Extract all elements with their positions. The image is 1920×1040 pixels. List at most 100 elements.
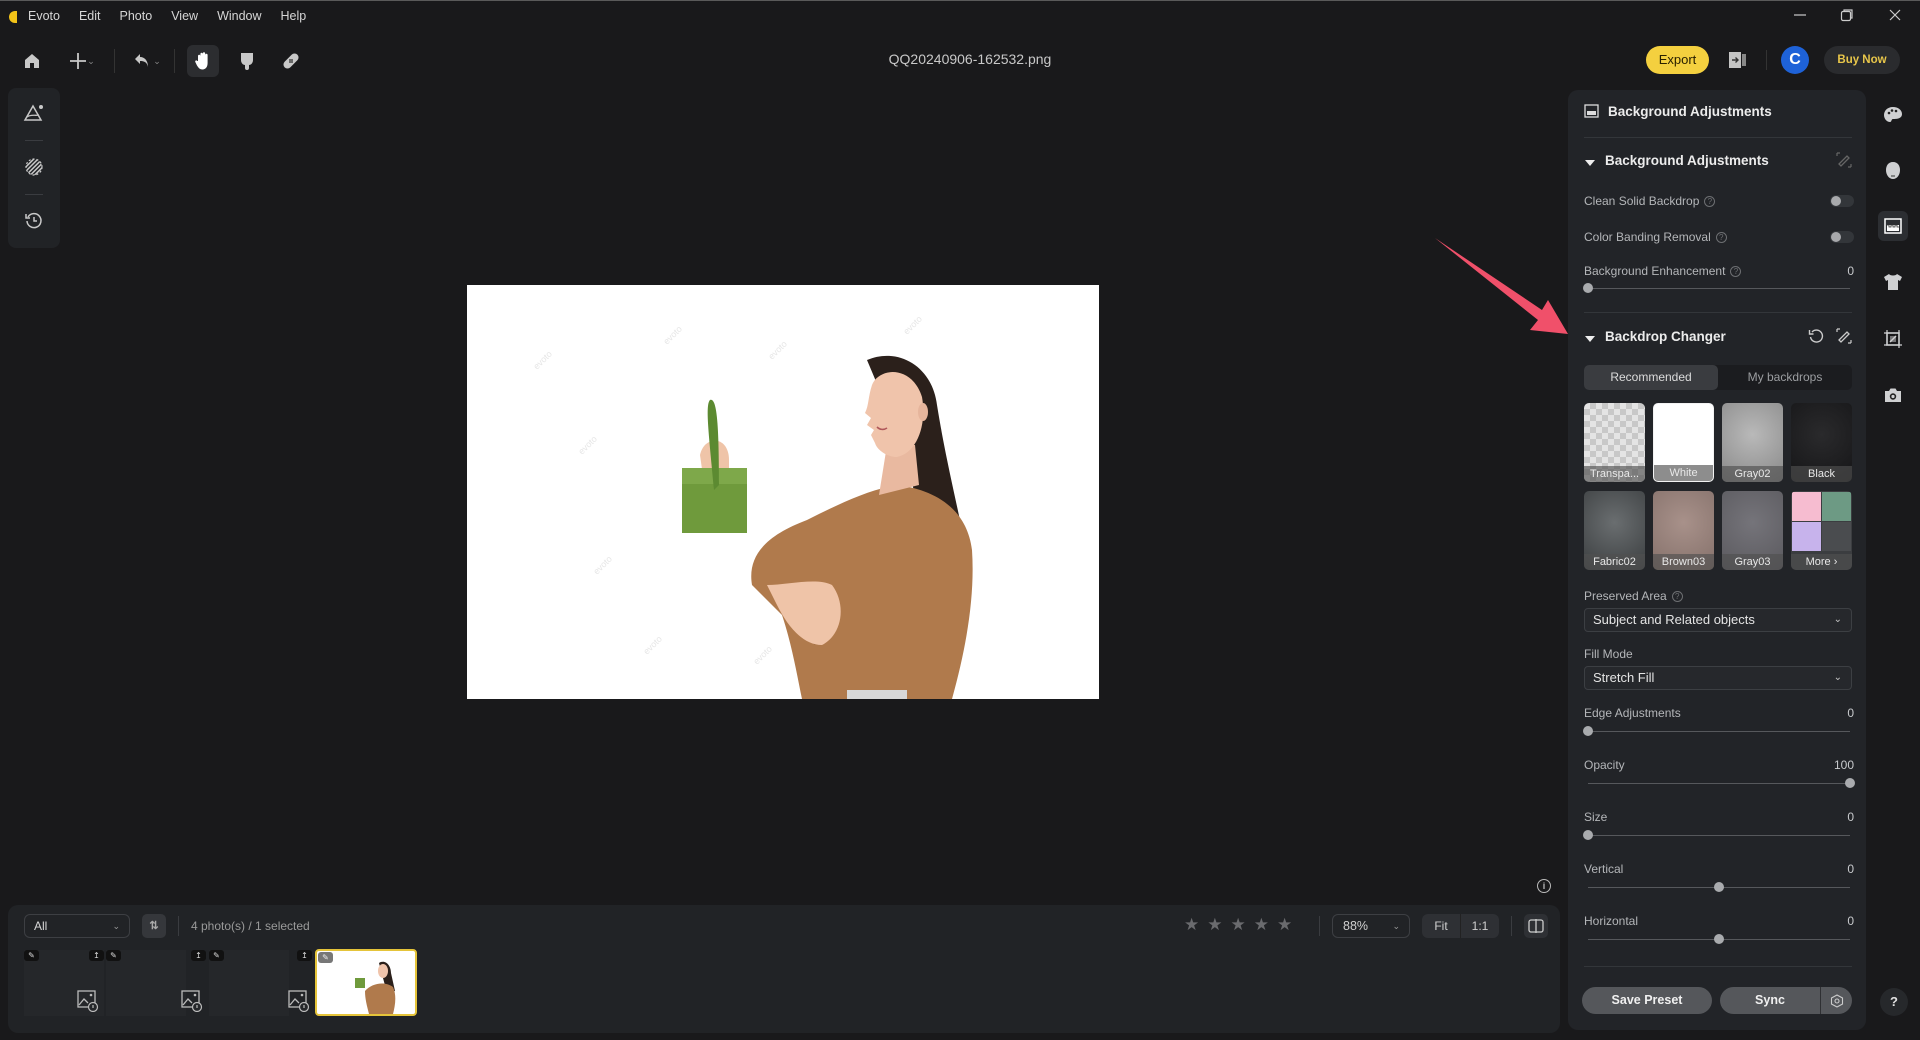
fit-button[interactable]: Fit bbox=[1422, 914, 1460, 938]
mask-tool-button[interactable] bbox=[19, 152, 49, 182]
help-icon[interactable]: ? bbox=[1715, 232, 1727, 243]
menu-window[interactable]: Window bbox=[217, 9, 261, 23]
app-name[interactable]: Evoto bbox=[28, 9, 60, 23]
opacity-slider[interactable] bbox=[1588, 783, 1850, 784]
size-slider[interactable] bbox=[1588, 835, 1850, 836]
compare-view-button[interactable] bbox=[1524, 914, 1548, 938]
collapse-triangle-icon[interactable] bbox=[1584, 332, 1596, 344]
photo-thumbnail[interactable]: ✎ ↥ bbox=[106, 950, 206, 1016]
backdrop-swatch-gray03[interactable]: Gray03 bbox=[1722, 491, 1783, 570]
filter-dropdown[interactable]: All ⌄ bbox=[24, 914, 130, 938]
help-button[interactable]: ? bbox=[1880, 988, 1908, 1016]
crop-icon bbox=[1884, 330, 1902, 348]
clean-solid-backdrop-toggle[interactable] bbox=[1830, 195, 1854, 207]
color-banding-removal-toggle[interactable] bbox=[1830, 231, 1854, 243]
upload-badge-icon: ↥ bbox=[89, 950, 104, 961]
rail-clothing-button[interactable] bbox=[1878, 267, 1908, 297]
photo-thumbnail[interactable]: ✎ ↥ bbox=[209, 950, 312, 1016]
rail-portrait-button[interactable] bbox=[1878, 156, 1908, 186]
collapse-triangle-icon[interactable] bbox=[1584, 156, 1596, 168]
annotation-arrow bbox=[1435, 238, 1568, 334]
filmstrip-divider bbox=[178, 916, 179, 936]
adjust-tool-button[interactable] bbox=[19, 98, 49, 128]
slider-handle[interactable] bbox=[1583, 726, 1593, 736]
menu-edit[interactable]: Edit bbox=[79, 9, 101, 23]
backdrop-swatch-brown03[interactable]: Brown03 bbox=[1653, 491, 1714, 570]
fill-mode-dropdown[interactable]: Stretch Fill ⌄ bbox=[1584, 666, 1852, 690]
panel-toggle-button[interactable] bbox=[1728, 51, 1748, 69]
reset-section-button[interactable] bbox=[1836, 152, 1852, 173]
edge-adjustments-slider[interactable] bbox=[1588, 731, 1850, 732]
canvas-photo[interactable]: evoto evoto evoto evoto evoto evoto evot… bbox=[467, 285, 1099, 699]
file-name: QQ20240906-162532.png bbox=[888, 51, 1052, 67]
tab-my-backdrops[interactable]: My backdrops bbox=[1718, 365, 1852, 390]
one-to-one-button[interactable]: 1:1 bbox=[1460, 914, 1499, 938]
clean-solid-backdrop-label: Clean Solid Backdrop? bbox=[1584, 194, 1716, 208]
rail-crop-button[interactable] bbox=[1878, 324, 1908, 354]
user-avatar[interactable]: C bbox=[1781, 46, 1809, 74]
star-icon[interactable]: ★ bbox=[1207, 915, 1222, 935]
history-tool-button[interactable] bbox=[19, 206, 49, 236]
rail-color-button[interactable] bbox=[1878, 100, 1908, 130]
restore-button[interactable] bbox=[1832, 7, 1862, 27]
image-loading-icon bbox=[77, 990, 99, 1012]
backdrop-swatch-black[interactable]: Black bbox=[1791, 403, 1852, 482]
star-icon[interactable]: ★ bbox=[1254, 915, 1269, 935]
background-enhancement-slider[interactable] bbox=[1588, 288, 1850, 289]
slider-handle[interactable] bbox=[1583, 283, 1593, 293]
sort-icon: ⇅ bbox=[149, 920, 159, 932]
slider-handle[interactable] bbox=[1714, 934, 1724, 944]
rail-camera-button[interactable] bbox=[1878, 380, 1908, 410]
save-preset-button[interactable]: Save Preset bbox=[1582, 987, 1712, 1014]
star-icon[interactable]: ★ bbox=[1277, 915, 1292, 935]
sync-button[interactable]: Sync bbox=[1720, 987, 1821, 1014]
photo-thumbnail[interactable]: ✎ ↥ bbox=[24, 950, 104, 1016]
close-button[interactable] bbox=[1880, 7, 1910, 27]
menu-view[interactable]: View bbox=[171, 9, 198, 23]
help-icon[interactable]: ? bbox=[1704, 196, 1716, 207]
help-icon[interactable]: ? bbox=[1671, 591, 1683, 602]
color-tile bbox=[1792, 492, 1821, 521]
vertical-label: Vertical bbox=[1584, 862, 1624, 876]
backdrop-swatch-transparent[interactable]: Transpa... bbox=[1584, 403, 1645, 482]
backdrop-swatch-gray02[interactable]: Gray02 bbox=[1722, 403, 1783, 482]
zoom-dropdown[interactable]: 88% ⌄ bbox=[1332, 914, 1410, 938]
horizontal-label: Horizontal bbox=[1584, 914, 1639, 928]
history-icon bbox=[25, 212, 42, 229]
filmstrip-divider bbox=[1319, 916, 1320, 936]
tab-recommended[interactable]: Recommended bbox=[1584, 365, 1718, 390]
rail-background-button[interactable] bbox=[1878, 211, 1908, 241]
settings-hexagon-icon bbox=[1830, 993, 1843, 1008]
backdrop-swatch-fabric02[interactable]: Fabric02 bbox=[1584, 491, 1645, 570]
help-icon[interactable]: ? bbox=[1730, 266, 1742, 277]
backdrop-swatch-white[interactable]: White bbox=[1653, 403, 1714, 482]
buy-now-button[interactable]: Buy Now bbox=[1824, 46, 1900, 74]
sort-button[interactable]: ⇅ bbox=[142, 914, 166, 938]
star-icon[interactable]: ★ bbox=[1184, 915, 1199, 935]
close-icon bbox=[1889, 9, 1901, 21]
slider-handle[interactable] bbox=[1714, 882, 1724, 892]
menu-help[interactable]: Help bbox=[281, 9, 307, 23]
section-title-background-adjustments[interactable]: Background Adjustments bbox=[1605, 153, 1769, 168]
preserved-area-dropdown[interactable]: Subject and Related objects ⌄ bbox=[1584, 608, 1852, 632]
star-icon[interactable]: ★ bbox=[1231, 915, 1246, 935]
chevron-down-icon: ⌄ bbox=[1392, 921, 1400, 931]
sync-settings-button[interactable] bbox=[1821, 987, 1852, 1014]
photo-content: evoto evoto evoto evoto evoto evoto evot… bbox=[531, 314, 973, 699]
reset-backdrop-button[interactable] bbox=[1808, 328, 1824, 349]
slider-handle[interactable] bbox=[1583, 830, 1593, 840]
photo-thumbnail-selected[interactable]: ✎ bbox=[315, 949, 417, 1016]
clear-backdrop-button[interactable] bbox=[1836, 328, 1852, 349]
menu-photo[interactable]: Photo bbox=[120, 9, 153, 23]
info-icon[interactable]: i bbox=[1537, 879, 1551, 893]
edit-badge-icon: ✎ bbox=[24, 950, 39, 961]
watermark: evoto bbox=[766, 339, 789, 362]
photo-count: 4 photo(s) / 1 selected bbox=[191, 919, 310, 933]
section-title-backdrop-changer[interactable]: Backdrop Changer bbox=[1605, 329, 1726, 344]
slider-handle[interactable] bbox=[1845, 778, 1855, 788]
backdrop-more-button[interactable]: More › bbox=[1791, 491, 1852, 570]
restore-icon bbox=[1840, 9, 1853, 22]
minimize-button[interactable] bbox=[1785, 7, 1815, 27]
clothing-icon bbox=[1884, 274, 1902, 290]
export-button[interactable]: Export bbox=[1646, 46, 1709, 74]
